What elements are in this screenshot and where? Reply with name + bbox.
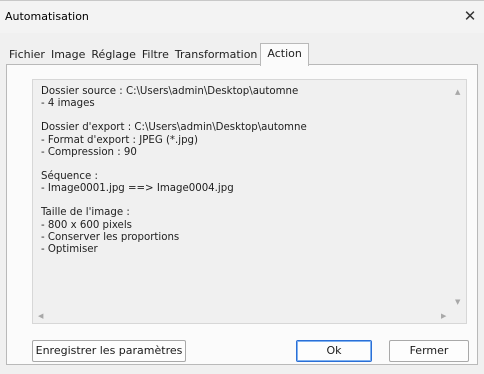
scroll-right-arrow-icon[interactable]: ▶ xyxy=(441,312,446,320)
sequence-line: - Image0001.jpg ==> Image0004.jpg xyxy=(41,183,234,195)
close-button[interactable]: Fermer xyxy=(389,340,469,362)
scroll-left-arrow-icon[interactable]: ◀ xyxy=(38,312,43,320)
close-icon[interactable]: ✕ xyxy=(456,1,484,33)
horizontal-scrollbar[interactable]: ◀ ▶ xyxy=(33,309,453,323)
window-title: Automatisation xyxy=(5,10,89,23)
tab-transformation[interactable]: Transformation xyxy=(172,45,261,65)
compression-line: - Compression : 90 xyxy=(41,146,137,158)
tab-reglage[interactable]: Réglage xyxy=(88,45,138,65)
image-count-line: - 4 images xyxy=(41,98,95,110)
export-format-line: - Format d'export : JPEG (*.jpg) xyxy=(41,134,198,146)
image-size-heading: Taille de l'image : xyxy=(41,207,130,219)
tab-action[interactable]: Action xyxy=(260,43,309,66)
sequence-heading: Séquence : xyxy=(41,171,98,183)
tab-fichier[interactable]: Fichier xyxy=(6,45,48,65)
title-bar[interactable]: Automatisation ✕ xyxy=(0,1,484,33)
scroll-down-arrow-icon[interactable]: ▼ xyxy=(455,298,460,306)
keep-ratio-line: - Conserver les proportions xyxy=(41,231,180,243)
summary-text: Dossier source : C:\Users\admin\Desktop\… xyxy=(41,86,441,256)
source-folder-line: Dossier source : C:\Users\admin\Desktop\… xyxy=(41,86,299,97)
tab-image[interactable]: Image xyxy=(48,45,88,65)
automation-dialog: Automatisation ✕ Fichier Image Réglage F… xyxy=(0,0,484,374)
tab-bar: Fichier Image Réglage Filtre Transformat… xyxy=(6,43,309,66)
tab-filtre[interactable]: Filtre xyxy=(139,45,172,65)
optimize-line: - Optimiser xyxy=(41,244,98,256)
export-folder-line: Dossier d'export : C:\Users\admin\Deskto… xyxy=(41,122,307,134)
image-dimensions-line: - 800 x 600 pixels xyxy=(41,219,132,231)
ok-button[interactable]: Ok xyxy=(296,340,372,362)
vertical-scrollbar[interactable]: ▲ ▼ xyxy=(452,80,466,310)
save-settings-button[interactable]: Enregistrer les paramètres xyxy=(32,340,186,362)
summary-textbox[interactable]: Dossier source : C:\Users\admin\Desktop\… xyxy=(32,79,467,324)
scroll-up-arrow-icon[interactable]: ▲ xyxy=(455,88,460,96)
